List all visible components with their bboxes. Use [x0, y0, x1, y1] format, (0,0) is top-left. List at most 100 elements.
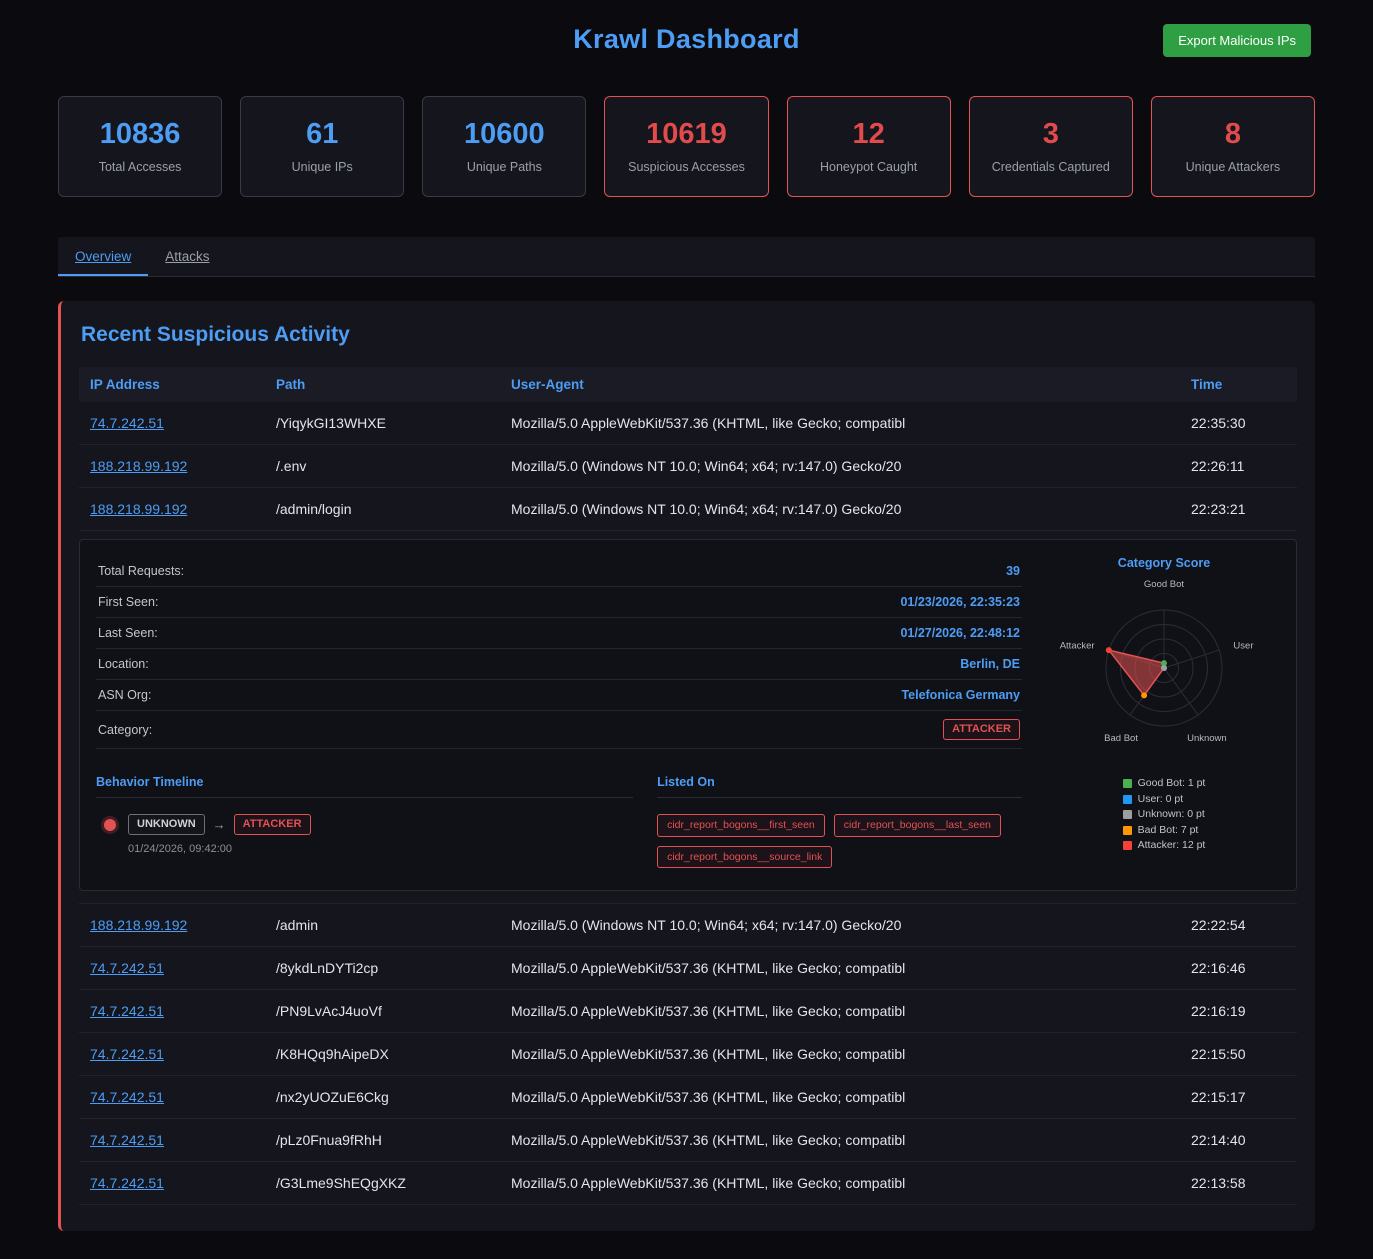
legend-item: Bad Bot: 7 pt — [1123, 823, 1206, 839]
field-category: Category: ATTACKER — [96, 711, 1022, 749]
detail-fields-column: Total Requests: 39 First Seen: 01/23/202… — [96, 556, 1022, 868]
stat-label: Honeypot Caught — [794, 160, 944, 174]
path-cell: /admin — [265, 904, 500, 947]
ip-detail-panel: Total Requests: 39 First Seen: 01/23/202… — [79, 539, 1297, 891]
radar-axis-label: Bad Bot — [1104, 733, 1138, 744]
table-row[interactable]: 188.218.99.192 /.envMozilla/5.0 (Windows … — [79, 445, 1297, 488]
table-row[interactable]: 74.7.242.51/nx2yUOZuE6CkgMozilla/5.0 App… — [79, 1076, 1297, 1119]
user-agent-cell: Mozilla/5.0 AppleWebKit/537.36 (KHTML, l… — [500, 990, 1180, 1033]
radar-axis-label: Attacker — [1060, 640, 1095, 651]
legend-item: Good Bot: 1 pt — [1123, 776, 1206, 792]
ip-cell: 74.7.242.51 — [79, 1162, 265, 1205]
ip-link[interactable]: 74.7.242.51 — [90, 1046, 164, 1062]
legend-swatch — [1123, 810, 1132, 819]
ip-link[interactable]: 188.218.99.192 — [90, 458, 187, 474]
field-last-seen: Last Seen: 01/27/2026, 22:48:12 — [96, 618, 1022, 649]
stat-value: 10600 — [429, 117, 579, 152]
ip-cell: 188.218.99.192 — [79, 488, 265, 531]
stat-value: 3 — [976, 117, 1126, 152]
table-row[interactable]: 74.7.242.51/YiqykGI13WHXEMozilla/5.0 App… — [79, 402, 1297, 445]
stat-card-credentials-captured: 3 Credentials Captured — [969, 96, 1133, 197]
stat-label: Total Accesses — [65, 160, 215, 174]
listed-on-badges: cidr_report_bogons__first_seencidr_repor… — [657, 814, 1022, 868]
table-row[interactable]: 74.7.242.51/K8HQq9hAipeDXMozilla/5.0 App… — [79, 1033, 1297, 1076]
ip-link[interactable]: 74.7.242.51 — [90, 1175, 164, 1191]
table-row[interactable]: 74.7.242.51/PN9LvAcJ4uoVfMozilla/5.0 App… — [79, 990, 1297, 1033]
stat-label: Unique Attackers — [1158, 160, 1308, 174]
stat-value: 12 — [794, 117, 944, 152]
legend-swatch — [1123, 795, 1132, 804]
user-agent-cell: Mozilla/5.0 AppleWebKit/537.36 (KHTML, l… — [500, 402, 1180, 445]
ip-link[interactable]: 74.7.242.51 — [90, 415, 164, 431]
legend-item: User: 0 pt — [1123, 792, 1206, 808]
header: Krawl Dashboard Export Malicious IPs — [0, 0, 1373, 74]
user-agent-cell: Mozilla/5.0 (Windows NT 10.0; Win64; x64… — [500, 445, 1180, 488]
path-cell: /pLz0Fnua9fRhH — [265, 1119, 500, 1162]
blocklist-badge: cidr_report_bogons__last_seen — [834, 814, 1001, 837]
user-agent-cell: Mozilla/5.0 (Windows NT 10.0; Win64; x64… — [500, 904, 1180, 947]
stat-card-unique-attackers: 8 Unique Attackers — [1151, 96, 1315, 197]
ip-cell: 188.218.99.192 — [79, 904, 265, 947]
col-header-path: Path — [265, 367, 500, 402]
recent-suspicious-activity-panel: Recent Suspicious Activity IP Address Pa… — [58, 301, 1315, 1231]
time-cell: 22:14:40 — [1180, 1119, 1297, 1162]
path-cell: /K8HQq9hAipeDX — [265, 1033, 500, 1076]
path-cell: /nx2yUOZuE6Ckg — [265, 1076, 500, 1119]
time-cell: 22:16:46 — [1180, 947, 1297, 990]
ip-cell: 74.7.242.51 — [79, 990, 265, 1033]
ip-cell: 74.7.242.51 — [79, 1076, 265, 1119]
stat-label: Unique IPs — [247, 160, 397, 174]
stat-label: Unique Paths — [429, 160, 579, 174]
legend-item: Unknown: 0 pt — [1123, 807, 1206, 823]
listed-on-section: Listed On cidr_report_bogons__first_seen… — [657, 775, 1022, 868]
ip-link[interactable]: 74.7.242.51 — [90, 1003, 164, 1019]
table-row[interactable]: 74.7.242.51/8ykdLnDYTi2cpMozilla/5.0 App… — [79, 947, 1297, 990]
tab-bar: Overview Attacks — [58, 237, 1315, 277]
radar-chart-title: Category Score — [1118, 556, 1210, 570]
field-asn-org: ASN Org: Telefonica Germany — [96, 680, 1022, 711]
path-cell: /G3Lme9ShEQgXKZ — [265, 1162, 500, 1205]
time-cell: 22:13:58 — [1180, 1162, 1297, 1205]
legend-swatch — [1123, 779, 1132, 788]
stat-value: 10619 — [611, 117, 761, 152]
legend-swatch — [1123, 826, 1132, 835]
legend-label: User: 0 pt — [1138, 792, 1184, 808]
ip-link[interactable]: 188.218.99.192 — [90, 501, 187, 517]
field-first-seen: First Seen: 01/23/2026, 22:35:23 — [96, 587, 1022, 618]
ip-link[interactable]: 74.7.242.51 — [90, 1132, 164, 1148]
time-cell: 22:16:19 — [1180, 990, 1297, 1033]
stat-label: Credentials Captured — [976, 160, 1126, 174]
stat-card-suspicious-accesses: 10619Suspicious Accesses — [604, 96, 768, 197]
tab-attacks[interactable]: Attacks — [148, 237, 226, 276]
table-row[interactable]: 74.7.242.51/pLz0Fnua9fRhHMozilla/5.0 App… — [79, 1119, 1297, 1162]
table-row[interactable]: 74.7.242.51/G3Lme9ShEQgXKZMozilla/5.0 Ap… — [79, 1162, 1297, 1205]
table-row[interactable]: 188.218.99.192/adminMozilla/5.0 (Windows… — [79, 904, 1297, 947]
ip-link[interactable]: 188.218.99.192 — [90, 917, 187, 933]
timeline-to-badge: ATTACKER — [234, 814, 311, 835]
tab-overview[interactable]: Overview — [58, 237, 148, 276]
ip-link[interactable]: 74.7.242.51 — [90, 960, 164, 976]
timeline-timestamp: 01/24/2026, 09:42:00 — [128, 843, 311, 855]
time-cell: 22:26:11 — [1180, 445, 1297, 488]
stat-value: 61 — [247, 117, 397, 152]
stat-value: 8 — [1158, 117, 1308, 152]
radar-axis-label: User — [1233, 640, 1253, 651]
radar-axis-label: Good Bot — [1144, 579, 1184, 590]
export-malicious-ips-button[interactable]: Export Malicious IPs — [1163, 24, 1311, 57]
timeline-from-badge: UNKNOWN — [128, 814, 205, 835]
path-cell: /.env — [265, 445, 500, 488]
ip-cell: 74.7.242.51 — [79, 1119, 265, 1162]
field-location: Location: Berlin, DE — [96, 649, 1022, 680]
table-row[interactable]: 188.218.99.192/admin/loginMozilla/5.0 (W… — [79, 488, 1297, 531]
col-header-ip: IP Address — [79, 367, 265, 402]
activity-table-header: IP Address Path User-Agent Time — [79, 367, 1297, 402]
activity-table: IP Address Path User-Agent Time 74.7.242… — [79, 367, 1297, 1205]
col-header-time: Time — [1180, 367, 1297, 402]
category-score-chart: Category Score Good Bot User Unknown Bad Bo… — [1048, 556, 1280, 868]
stat-value: 10836 — [65, 117, 215, 152]
timeline-marker-icon — [104, 819, 116, 831]
radar-legend: Good Bot: 1 ptUser: 0 ptUnknown: 0 ptBad… — [1123, 776, 1206, 854]
ip-link[interactable]: 74.7.242.51 — [90, 1089, 164, 1105]
radar-axis-label: Unknown — [1187, 733, 1227, 744]
time-cell: 22:15:17 — [1180, 1076, 1297, 1119]
